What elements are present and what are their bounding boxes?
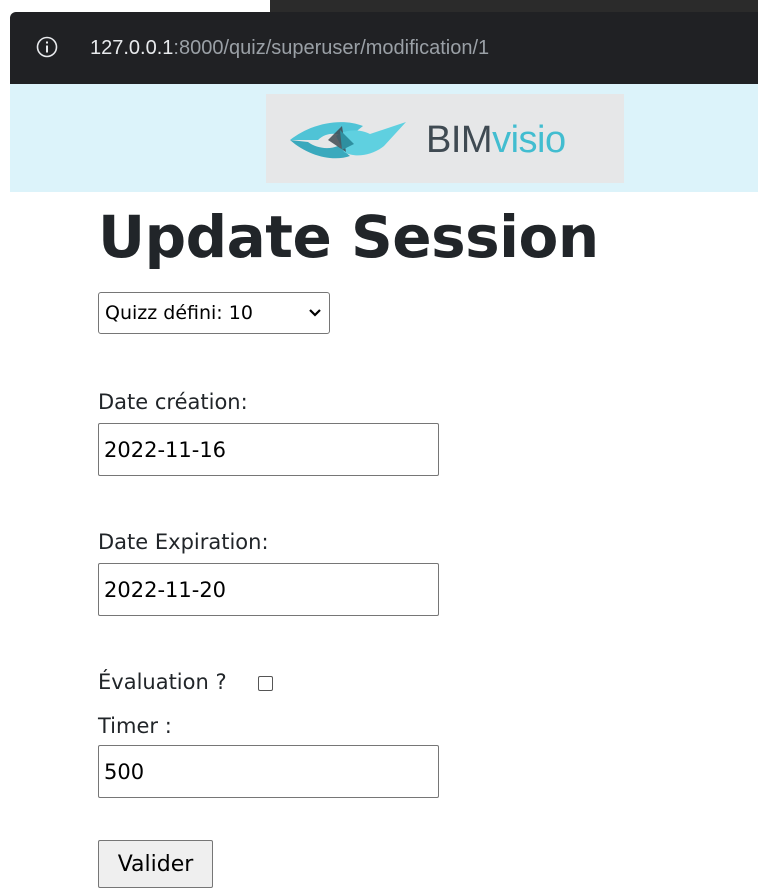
submit-button[interactable]: Valider: [98, 840, 213, 888]
browser-tab-area: [270, 0, 758, 12]
address-bar[interactable]: 127.0.0.1:8000/quiz/superuser/modificati…: [10, 12, 758, 84]
url-path: :8000/quiz/superuser/modification/1: [173, 37, 490, 59]
date-creation-label: Date création:: [98, 390, 248, 414]
quiz-select[interactable]: Quizz défini: 10: [98, 292, 330, 334]
update-session-form: Update Session Quizz défini: 10 Date cré…: [98, 200, 698, 888]
date-expiration-value: 2022-11-20: [104, 578, 227, 602]
info-icon[interactable]: [36, 36, 58, 58]
timer-value: 500: [104, 760, 145, 784]
page-title: Update Session: [98, 203, 599, 271]
timer-label: Timer :: [98, 714, 172, 738]
date-expiration-field[interactable]: 2022-11-20: [98, 563, 439, 616]
date-creation-field[interactable]: 2022-11-16: [98, 423, 439, 476]
quiz-select-value: Quizz défini: 10: [105, 302, 253, 324]
timer-field[interactable]: 500: [98, 745, 439, 798]
evaluation-label: Évaluation ?: [98, 670, 227, 694]
brand-bim: BIM: [426, 119, 493, 161]
url-text[interactable]: 127.0.0.1:8000/quiz/superuser/modificati…: [90, 34, 489, 62]
url-host: 127.0.0.1: [90, 37, 174, 59]
browser-top-strip: [0, 0, 758, 12]
brand-visio: visio: [492, 119, 566, 161]
header-banner: BIMvisio: [10, 84, 758, 192]
evaluation-checkbox[interactable]: [258, 676, 273, 691]
bimvisio-logo[interactable]: BIMvisio: [266, 94, 624, 183]
chevron-down-icon: [309, 309, 321, 317]
brand-name: BIMvisio: [426, 118, 566, 162]
date-creation-value: 2022-11-16: [104, 438, 227, 462]
date-expiration-label: Date Expiration:: [98, 530, 269, 554]
eye-logo-icon: [290, 122, 406, 159]
